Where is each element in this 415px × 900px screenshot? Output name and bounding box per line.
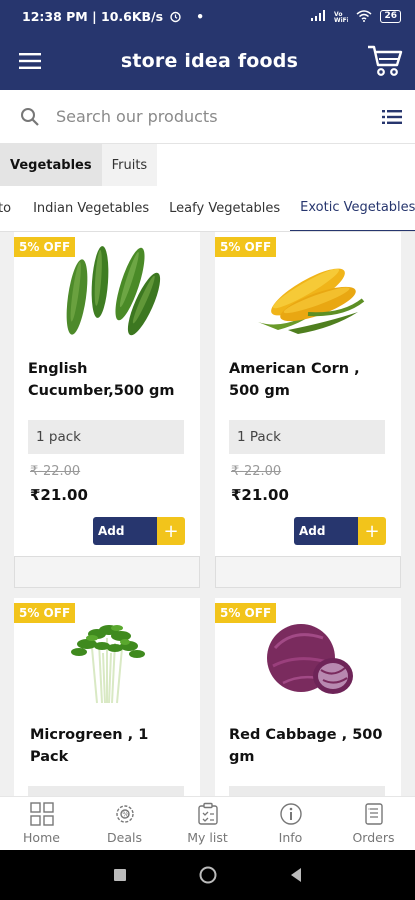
product-card[interactable]: 5% OFF Red Cabbage , 500 gm xyxy=(215,598,401,796)
svg-text:%: % xyxy=(122,811,129,819)
card-footer xyxy=(215,556,401,588)
product-card[interactable]: 5% OFF English Cucumber,500 gm 1 pack ₹-… xyxy=(14,232,200,588)
product-name: Red Cabbage , 500 gm xyxy=(229,727,383,765)
system-navigation-bar xyxy=(0,850,415,900)
add-to-cart-button[interactable]: Add + xyxy=(294,517,386,545)
nav-home[interactable]: Home xyxy=(0,797,83,850)
subtab-partial[interactable]: to xyxy=(0,186,23,231)
search-input[interactable] xyxy=(56,107,369,126)
cart-icon xyxy=(368,45,403,76)
product-name: Microgreen , 1 Pack xyxy=(30,727,149,765)
plus-icon: + xyxy=(358,517,386,545)
tab-vegetables[interactable]: Vegetables xyxy=(0,144,102,186)
deals-gear-icon: % xyxy=(115,805,134,823)
original-price: ₹-22.00 xyxy=(30,464,81,479)
subtab-exotic-vegetables[interactable]: Exotic Vegetables xyxy=(290,186,415,231)
back-icon[interactable] xyxy=(289,867,303,883)
discount-badge: 5% OFF xyxy=(14,237,76,257)
tab-fruits[interactable]: Fruits xyxy=(101,144,158,186)
bottom-navigation: Home % Deals My list Info Orders xyxy=(0,796,415,850)
card-footer xyxy=(14,556,200,588)
original-price: ₹-22.00 xyxy=(231,464,282,479)
nav-label: Home xyxy=(23,830,60,845)
cucumber-image xyxy=(14,242,200,342)
product-name: English Cucumber,500 gm xyxy=(28,361,175,399)
battery-icon: 26 xyxy=(380,9,401,23)
nav-my-list[interactable]: My list xyxy=(166,797,249,850)
alarm-icon xyxy=(170,11,181,22)
product-name: American Corn , 500 gm xyxy=(229,361,360,399)
sale-price: ₹21.00 xyxy=(231,486,289,504)
app-title: store idea foods xyxy=(120,50,299,72)
category-tabs: Vegetables Fruits xyxy=(0,144,415,186)
list-icon xyxy=(197,802,218,825)
product-card[interactable]: 5% OFF American Corn , 500 gm 1 Pack ₹-2… xyxy=(215,232,401,588)
signal-icon xyxy=(311,10,326,21)
search-bar xyxy=(0,90,415,144)
wifi-icon xyxy=(356,10,372,22)
cart-button[interactable] xyxy=(355,45,415,77)
menu-button[interactable] xyxy=(0,53,60,69)
pack-selector[interactable] xyxy=(28,786,184,796)
add-label: Add xyxy=(294,517,358,545)
add-to-cart-button[interactable]: Add + xyxy=(93,517,185,545)
nav-label: Info xyxy=(278,830,303,845)
dot-indicator: • xyxy=(196,8,205,24)
product-grid: 5% OFF English Cucumber,500 gm 1 pack ₹-… xyxy=(0,232,415,796)
recents-icon[interactable] xyxy=(113,868,127,882)
nav-deals[interactable]: % Deals xyxy=(83,797,166,850)
discount-badge: 5% OFF xyxy=(215,237,277,257)
volte-icon: VoWiFi xyxy=(334,11,348,22)
subtab-indian-vegetables[interactable]: Indian Vegetables xyxy=(23,186,159,231)
discount-badge: 5% OFF xyxy=(14,603,76,623)
sale-price: ₹21.00 xyxy=(30,486,88,504)
list-view-icon xyxy=(382,109,402,124)
subcategory-tabs: to Indian Vegetables Leafy Vegetables Ex… xyxy=(0,186,415,232)
svg-text:WiFi: WiFi xyxy=(334,17,348,22)
discount-badge: 5% OFF xyxy=(215,603,277,623)
status-time: 12:38 PM | 10.6KB/s xyxy=(22,8,164,24)
hamburger-icon xyxy=(19,53,41,69)
home-grid-icon xyxy=(29,802,54,826)
pack-selector[interactable] xyxy=(229,786,385,796)
add-label: Add xyxy=(93,517,157,545)
nav-label: Deals xyxy=(107,830,142,845)
app-header: store idea foods xyxy=(0,32,415,90)
product-card[interactable]: 5% OFF Microgreen , 1 Pack xyxy=(14,598,200,796)
plus-icon: + xyxy=(157,517,185,545)
pack-selector[interactable]: 1 Pack xyxy=(229,420,385,454)
status-bar: 12:38 PM | 10.6KB/s • Vo WiFi 26 xyxy=(0,0,415,32)
nav-orders[interactable]: Orders xyxy=(332,797,415,850)
red-cabbage-image xyxy=(215,608,401,708)
home-circle-icon[interactable] xyxy=(199,866,217,884)
nav-info[interactable]: Info xyxy=(249,797,332,850)
info-icon xyxy=(279,803,302,825)
list-view-button[interactable] xyxy=(369,109,415,124)
pack-selector[interactable]: 1 pack xyxy=(28,420,184,454)
orders-icon xyxy=(364,803,383,825)
nav-label: Orders xyxy=(352,830,395,845)
microgreen-image xyxy=(14,608,200,708)
subtab-leafy-vegetables[interactable]: Leafy Vegetables xyxy=(159,186,290,231)
nav-label: My list xyxy=(187,830,228,845)
corn-image xyxy=(215,242,401,342)
search-icon xyxy=(4,107,56,127)
